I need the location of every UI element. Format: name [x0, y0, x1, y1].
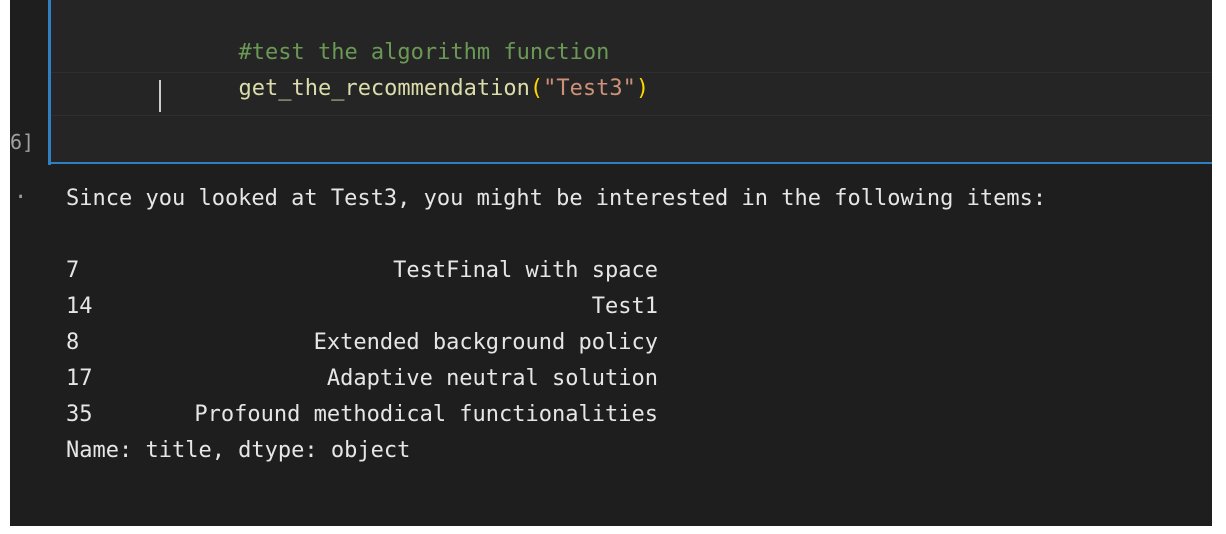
row-index: 14 — [66, 294, 93, 319]
open-paren: ( — [529, 76, 544, 101]
output-row: 14 Test1 — [66, 292, 658, 322]
row-title: TestFinal with space — [393, 258, 658, 283]
execution-count: 6] — [10, 130, 35, 154]
notebook-editor: #test the algorithm function get_the_rec… — [10, 0, 1212, 526]
close-paren: ) — [635, 76, 650, 101]
row-index: 7 — [66, 258, 80, 283]
output-row: 17 Adaptive neutral solution — [66, 364, 658, 394]
output-row: 8 Extended background policy — [66, 328, 658, 358]
code-line-call[interactable]: get_the_recommendation("Test3") — [159, 44, 649, 134]
output-row: 7 TestFinal with space — [66, 256, 658, 286]
code-cell-input[interactable]: #test the algorithm function get_the_rec… — [51, 0, 1212, 164]
row-title: Extended background policy — [313, 330, 658, 355]
output-row: 35 Profound methodical functionalities — [66, 400, 658, 430]
row-index: 35 — [66, 402, 93, 427]
output-collapse-icon[interactable]: · — [14, 186, 27, 210]
row-index: 17 — [66, 366, 93, 391]
string-argument: "Test3" — [543, 76, 636, 101]
row-title: Test1 — [591, 294, 658, 319]
output-footer: Name: title, dtype: object — [66, 438, 411, 463]
row-title: Adaptive neutral solution — [326, 366, 658, 391]
row-title: Profound methodical functionalities — [194, 402, 658, 427]
row-index: 8 — [66, 330, 80, 355]
function-name: get_the_recommendation — [238, 76, 530, 101]
text-cursor — [159, 80, 161, 112]
output-message: Since you looked at Test3, you might be … — [66, 186, 1047, 211]
